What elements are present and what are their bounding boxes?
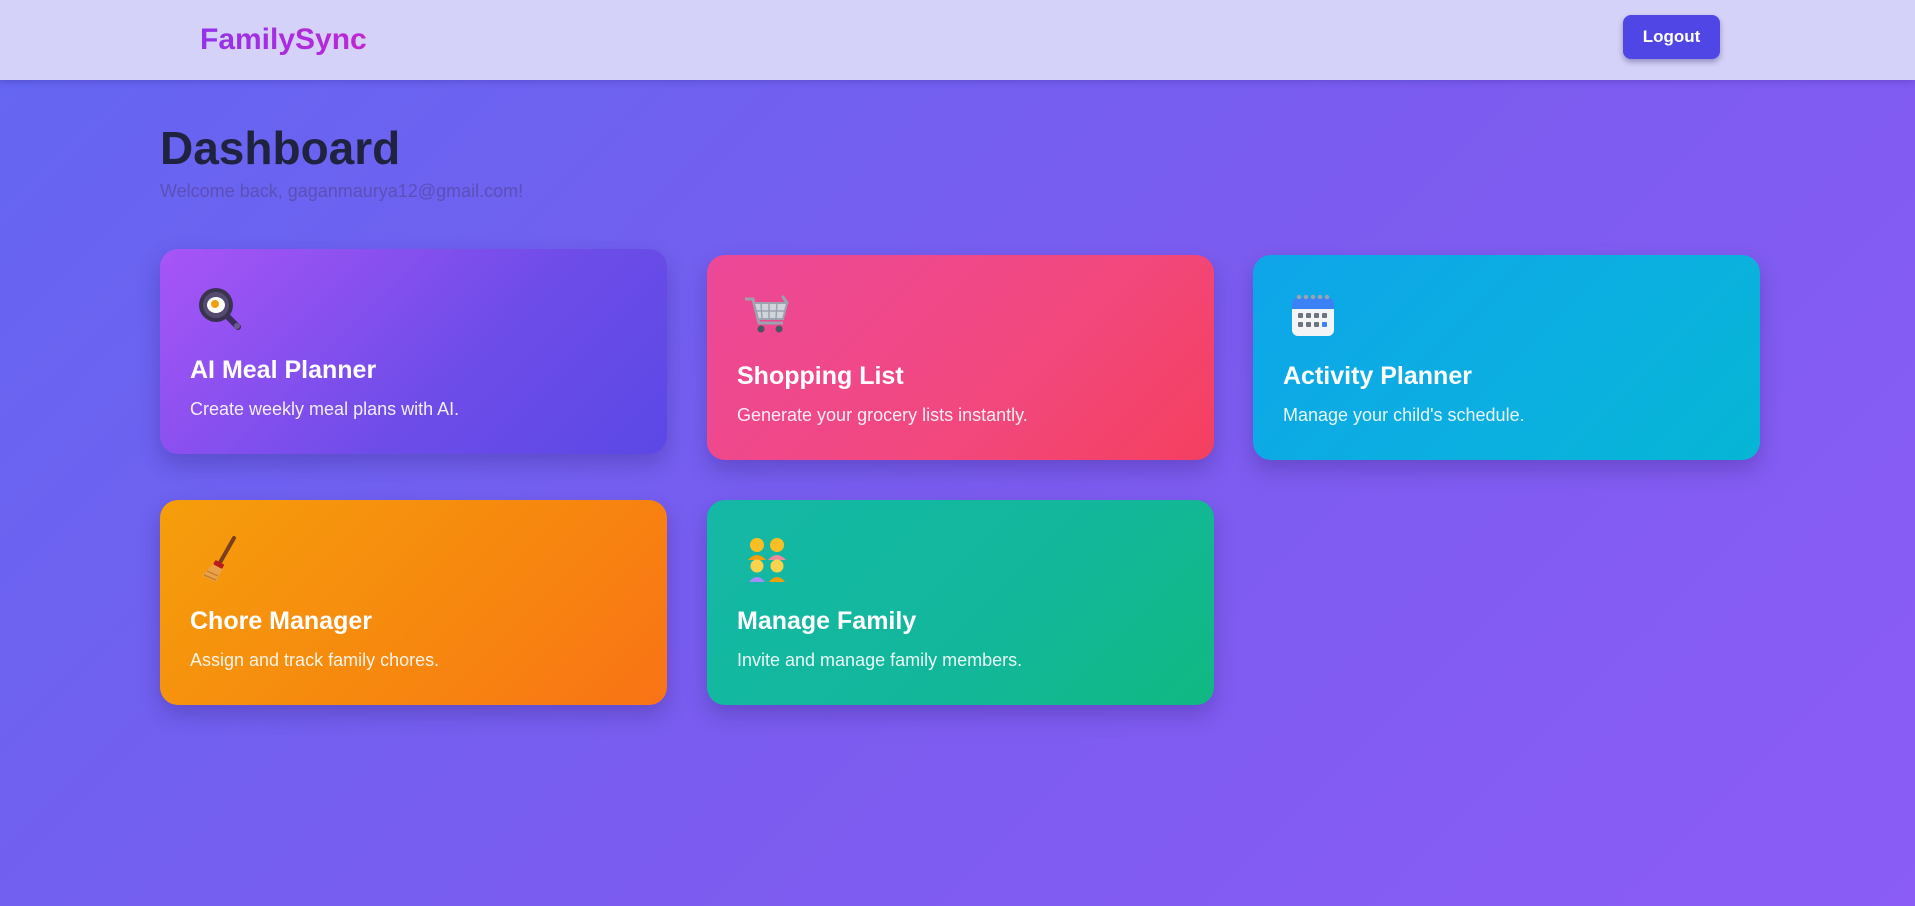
card-description: Generate your grocery lists instantly. xyxy=(737,405,1028,425)
card-title: Chore Manager xyxy=(190,607,372,635)
card-description: Manage your child's schedule. xyxy=(1283,405,1525,425)
calendar-icon xyxy=(1289,291,1337,339)
page-title: Dashboard xyxy=(160,122,401,174)
card-description: Invite and manage family members. xyxy=(737,650,1023,670)
shopping-cart-icon xyxy=(743,291,791,339)
card-description: Assign and track family chores. xyxy=(190,650,440,670)
welcome-message: Welcome back, gaganmaurya12@gmail.com! xyxy=(160,181,524,201)
card-ai-meal-planner[interactable]: AI Meal Planner Create weekly meal plans… xyxy=(160,249,667,454)
card-chore-manager[interactable]: Chore Manager Assign and track family ch… xyxy=(160,500,667,705)
frying-pan-icon xyxy=(196,285,244,333)
card-title: AI Meal Planner xyxy=(190,356,377,384)
card-title: Manage Family xyxy=(737,607,917,635)
brand-logo[interactable]: FamilySync xyxy=(200,22,367,58)
card-shopping-list[interactable]: Shopping List Generate your grocery list… xyxy=(707,255,1214,460)
navbar: FamilySync Logout xyxy=(0,0,1915,80)
card-title: Activity Planner xyxy=(1283,362,1472,390)
card-title: Shopping List xyxy=(737,362,904,390)
family-icon xyxy=(743,536,791,584)
card-description: Create weekly meal plans with AI. xyxy=(190,399,460,419)
logout-button[interactable]: Logout xyxy=(1623,15,1720,59)
card-activity-planner[interactable]: Activity Planner Manage your child's sch… xyxy=(1253,255,1760,460)
card-manage-family[interactable]: Manage Family Invite and manage family m… xyxy=(707,500,1214,705)
broom-icon xyxy=(196,536,244,584)
